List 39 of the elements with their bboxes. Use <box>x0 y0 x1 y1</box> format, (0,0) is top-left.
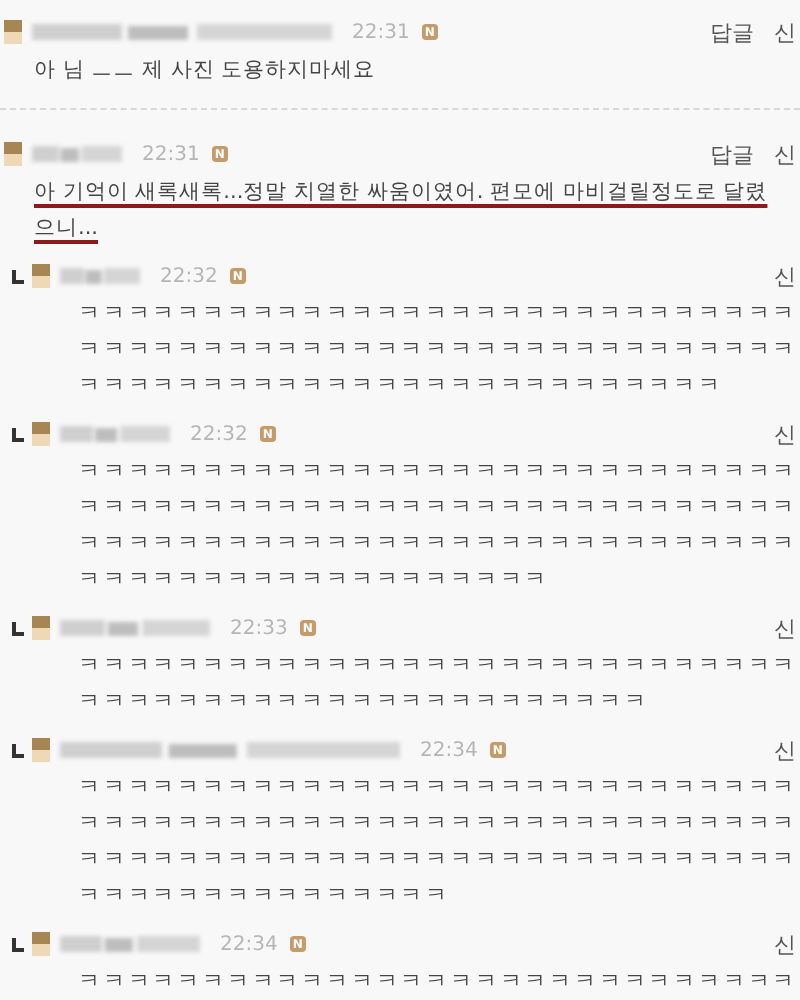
avatar <box>32 616 50 640</box>
avatar <box>32 932 50 956</box>
comment-action-link[interactable]: 신 <box>774 929 796 959</box>
blurred-name <box>60 266 140 286</box>
comment-text: 아 기억이 새록새록...정말 치열한 싸움이였어. 편모에 마비걸릴정도로 달렸으니... <box>34 178 770 244</box>
comment-action-link[interactable]: 신 <box>774 419 796 449</box>
comment-text: ㅋㅋㅋㅋㅋㅋㅋㅋㅋㅋㅋㅋㅋㅋㅋㅋㅋㅋㅋㅋㅋㅋㅋㅋㅋㅋㅋㅋㅋㅋㅋㅋㅋㅋㅋㅋㅋㅋㅋㅋㅋㅋㅋㅋㅋㅋㅋㅋㅋㅋㅋㅋㅋㅋㅋㅋㅋㅋㅋㅋㅋㅋㅋㅋㅋㅋㅋㅋㅋㅋㅋㅋㅋㅋㅋㅋㅋㅋㅋㅋㅋㅋㅋㅋ <box>78 298 800 402</box>
avatar <box>32 738 50 762</box>
reply-icon <box>12 743 24 757</box>
comment-time: 22:32 <box>160 265 218 287</box>
comment-text: ㅋㅋㅋㅋㅋㅋㅋㅋㅋㅋㅋㅋㅋㅋㅋㅋㅋㅋㅋㅋㅋㅋㅋㅋㅋㅋㅋㅋㅋㅋㅋㅋㅋㅋㅋㅋㅋㅋㅋㅋㅋㅋㅋㅋㅋㅋㅋㅋㅋㅋㅋㅋ <box>78 650 800 718</box>
avatar <box>4 142 22 166</box>
comment-action-link[interactable]: 신 <box>774 17 796 47</box>
comment-action-link[interactable]: 신 <box>774 261 796 291</box>
comment-text: ㅋㅋㅋㅋㅋㅋㅋㅋㅋㅋㅋㅋㅋㅋㅋㅋㅋㅋㅋㅋㅋㅋㅋㅋㅋㅋㅋㅋㅋㅋㅋㅋㅋㅋㅋㅋㅋㅋㅋㅋㅋㅋㅋㅋㅋㅋㅋㅋㅋㅋㅋㅋㅋㅋㅋㅋㅋㅋㅋㅋㅋㅋㅋㅋㅋㅋㅋㅋㅋㅋㅋㅋㅋㅋㅋㅋㅋㅋㅋㅋㅋㅋㅋㅋㅋㅋㅋㅋㅋㅋㅋㅋㅋㅋㅋㅋㅋㅋㅋㅋㅋㅋㅋㅋㅋㅋ <box>78 456 800 596</box>
reply-icon <box>12 427 24 441</box>
comment-action-link[interactable]: 신 <box>774 735 796 765</box>
avatar <box>32 264 50 288</box>
comment-text: ㅋㅋㅋㅋㅋㅋㅋㅋㅋㅋㅋㅋㅋㅋㅋㅋㅋㅋㅋㅋㅋㅋㅋㅋㅋㅋㅋㅋㅋㅋㅋㅋㅋㅋㅋㅋㅋㅋㅋㅋㅋㅋㅋㅋㅋㅋㅋㅋㅋㅋㅋㅋㅋㅋㅋㅋㅋㅋㅋㅋㅋㅋㅋㅋㅋㅋㅋㅋㅋㅋㅋㅋㅋㅋㅋㅋㅋㅋㅋㅋㅋㅋㅋㅋㅋㅋㅋㅋㅋㅋㅋㅋㅋㅋㅋㅋㅋㅋㅋㅋㅋㅋ <box>78 772 800 912</box>
comment-action-link[interactable]: 답글 <box>710 139 754 169</box>
comment-text: ㅋㅋㅋㅋㅋㅋㅋㅋㅋㅋㅋㅋㅋㅋㅋㅋㅋㅋㅋㅋㅋㅋㅋㅋㅋㅋㅋㅋㅋ <box>78 966 800 998</box>
comment-time: 22:31 <box>142 143 200 165</box>
blurred-name <box>60 424 170 444</box>
comment-text: 아 님 ㅡㅡ 제 사진 도용하지마세요 <box>34 56 378 86</box>
blurred-name <box>60 934 200 954</box>
comment-time: 22:33 <box>230 617 288 639</box>
reply-icon <box>12 269 24 283</box>
comment-action-link[interactable]: 답글 <box>710 17 754 47</box>
blurred-name <box>32 144 122 164</box>
comment-action-link[interactable]: 신 <box>774 139 796 169</box>
avatar <box>4 20 22 44</box>
comment-time: 22:32 <box>190 423 248 445</box>
comment-action-link[interactable]: 신 <box>774 613 796 643</box>
avatar <box>32 422 50 446</box>
comment-time: 22:34 <box>220 933 278 955</box>
reply-icon <box>12 937 24 951</box>
reply-icon <box>12 621 24 635</box>
comment-time: 22:34 <box>420 739 478 761</box>
comment-time: 22:31 <box>352 21 410 43</box>
